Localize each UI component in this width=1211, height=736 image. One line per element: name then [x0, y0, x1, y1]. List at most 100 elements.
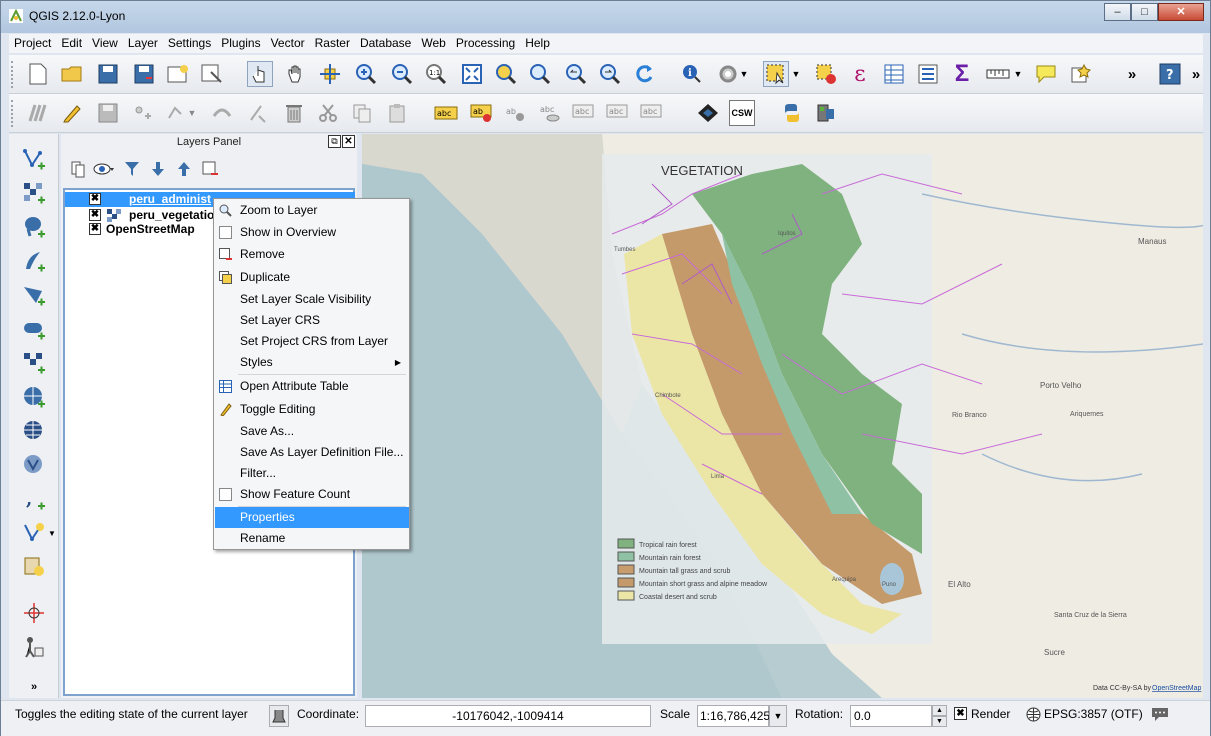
- sigma-icon[interactable]: Σ: [949, 60, 975, 87]
- menu-properties[interactable]: Properties: [215, 507, 409, 528]
- add-mssql-layer-icon[interactable]: [21, 282, 47, 308]
- menu-show-in-overview[interactable]: Show in Overview: [215, 222, 409, 243]
- layer-visibility-checkbox[interactable]: ✖: [89, 209, 101, 221]
- zoom-out-icon[interactable]: [389, 61, 415, 87]
- zoom-full-icon[interactable]: [459, 61, 485, 87]
- filter-legend-icon[interactable]: [121, 158, 143, 180]
- map-tips-icon[interactable]: [1033, 61, 1059, 87]
- menu-save-as-layer-definition[interactable]: Save As Layer Definition File...: [215, 442, 409, 463]
- layer-name[interactable]: peru_vegetatio: [129, 208, 214, 223]
- menu-rename[interactable]: Rename: [215, 528, 409, 549]
- menu-toggle-editing[interactable]: Toggle Editing: [215, 399, 409, 420]
- zoom-in-icon[interactable]: [353, 61, 379, 87]
- menu-edit[interactable]: Edit: [56, 34, 87, 53]
- delete-selected-icon[interactable]: [281, 100, 307, 126]
- metasearch-icon[interactable]: [695, 100, 721, 126]
- layer-visibility-checkbox[interactable]: ✖: [89, 193, 101, 205]
- menu-plugins[interactable]: Plugins: [216, 34, 265, 53]
- close-button[interactable]: ✕: [1158, 3, 1204, 21]
- menu-set-layer-scale-visibility[interactable]: Set Layer Scale Visibility: [215, 289, 409, 310]
- layer-labeling-icon[interactable]: abc: [433, 100, 459, 126]
- toolbar-expand-icon[interactable]: »: [21, 674, 47, 700]
- rotate-label-icon[interactable]: abc: [605, 100, 631, 126]
- float-panel-button[interactable]: ⧉: [328, 135, 341, 148]
- scale-combo[interactable]: 1:16,786,425: [697, 705, 770, 727]
- deselect-features-icon[interactable]: [813, 61, 839, 87]
- csw-icon[interactable]: CSW: [729, 100, 755, 126]
- python-console-icon[interactable]: [779, 100, 805, 126]
- add-postgis-layer-icon[interactable]: [21, 214, 47, 240]
- identify-features-icon[interactable]: i: [679, 61, 705, 87]
- gps-tools-icon[interactable]: [21, 634, 47, 660]
- pan-touch-icon[interactable]: [247, 61, 273, 87]
- menu-project[interactable]: Project: [9, 34, 56, 53]
- zoom-next-icon[interactable]: [597, 61, 623, 87]
- menu-vector[interactable]: Vector: [266, 34, 310, 53]
- add-wcs-layer-icon[interactable]: [21, 418, 47, 444]
- toggle-editing-icon[interactable]: [59, 100, 85, 126]
- attribute-table-icon[interactable]: [881, 61, 907, 87]
- node-editor-icon[interactable]: [245, 100, 271, 126]
- add-vector-layer-icon[interactable]: [21, 146, 47, 172]
- add-feature-icon[interactable]: [129, 100, 155, 126]
- save-project-icon[interactable]: [95, 61, 121, 87]
- zoom-to-selection-icon[interactable]: [493, 61, 519, 87]
- menu-help[interactable]: Help: [520, 34, 555, 53]
- crs-status[interactable]: EPSG:3857 (OTF): [1044, 707, 1143, 721]
- dropdown-arrow-icon[interactable]: ▼: [737, 61, 751, 87]
- menu-open-attribute-table[interactable]: Open Attribute Table: [215, 376, 409, 397]
- refresh-icon[interactable]: [631, 61, 657, 87]
- add-oracle-layer-icon[interactable]: [21, 316, 47, 342]
- remove-layer-icon[interactable]: [199, 158, 221, 180]
- new-shapefile-layer-icon[interactable]: [21, 520, 47, 546]
- current-edits-icon[interactable]: [25, 100, 51, 126]
- add-wfs-layer-icon[interactable]: [21, 452, 47, 478]
- zoom-actual-size-icon[interactable]: 1:1: [423, 61, 449, 87]
- save-layer-edits-icon[interactable]: [95, 100, 121, 126]
- select-features-icon[interactable]: [763, 61, 789, 87]
- pin-labels-icon[interactable]: ab: [503, 100, 529, 126]
- menu-show-feature-count[interactable]: Show Feature Count: [215, 484, 409, 505]
- pan-to-selection-icon[interactable]: [317, 61, 343, 87]
- help-contents-icon[interactable]: ?: [1157, 61, 1183, 87]
- new-bookmark-icon[interactable]: [1067, 61, 1093, 87]
- cut-features-icon[interactable]: [315, 100, 341, 126]
- scale-dropdown-icon[interactable]: ▼: [769, 705, 787, 727]
- highlight-pinned-labels-icon[interactable]: ab: [469, 100, 495, 126]
- measure-line-icon[interactable]: [985, 61, 1011, 87]
- spin-up-icon[interactable]: ▲: [932, 705, 947, 716]
- menu-filter[interactable]: Filter...: [215, 463, 409, 484]
- crs-globe-icon[interactable]: [1026, 707, 1041, 722]
- statistical-summary-icon[interactable]: [915, 61, 941, 87]
- show-hide-labels-icon[interactable]: abc: [537, 100, 563, 126]
- composer-manager-icon[interactable]: [199, 61, 225, 87]
- menu-raster[interactable]: Raster: [310, 34, 355, 53]
- spin-down-icon[interactable]: ▼: [932, 716, 947, 727]
- menu-zoom-to-layer[interactable]: Zoom to Layer: [215, 200, 409, 221]
- expand-all-icon[interactable]: [147, 158, 169, 180]
- menu-set-layer-crs[interactable]: Set Layer CRS: [215, 310, 409, 331]
- change-label-icon[interactable]: abc: [639, 100, 665, 126]
- minimize-button[interactable]: –: [1104, 3, 1131, 21]
- dropdown-arrow-icon[interactable]: ▼: [1011, 61, 1025, 87]
- add-delimited-text-layer-icon[interactable]: ,: [21, 486, 47, 512]
- new-spatialite-layer-icon[interactable]: [21, 554, 47, 580]
- menu-duplicate[interactable]: Duplicate: [215, 267, 409, 288]
- toolbar-grip[interactable]: [11, 100, 15, 127]
- toolbar-overflow-icon[interactable]: »: [1119, 61, 1145, 87]
- zoom-last-icon[interactable]: [563, 61, 589, 87]
- menu-view[interactable]: View: [87, 34, 123, 53]
- layer-visibility-checkbox[interactable]: ✖: [89, 223, 101, 235]
- coordinate-capture-icon[interactable]: [21, 600, 47, 626]
- message-log-icon[interactable]: [1151, 706, 1169, 722]
- rotation-spinbox[interactable]: 0.0: [850, 705, 932, 727]
- new-print-composer-icon[interactable]: [165, 61, 191, 87]
- toolbar-overflow-icon[interactable]: »: [1183, 61, 1209, 87]
- dropdown-arrow-icon[interactable]: ▼: [789, 61, 803, 87]
- add-db2-layer-icon[interactable]: [21, 350, 47, 376]
- open-project-icon[interactable]: [59, 61, 85, 87]
- layer-name[interactable]: OpenStreetMap: [106, 222, 195, 237]
- save-as-icon[interactable]: [131, 61, 157, 87]
- layer-name[interactable]: peru_administ: [129, 192, 211, 207]
- add-raster-layer-icon[interactable]: [21, 180, 47, 206]
